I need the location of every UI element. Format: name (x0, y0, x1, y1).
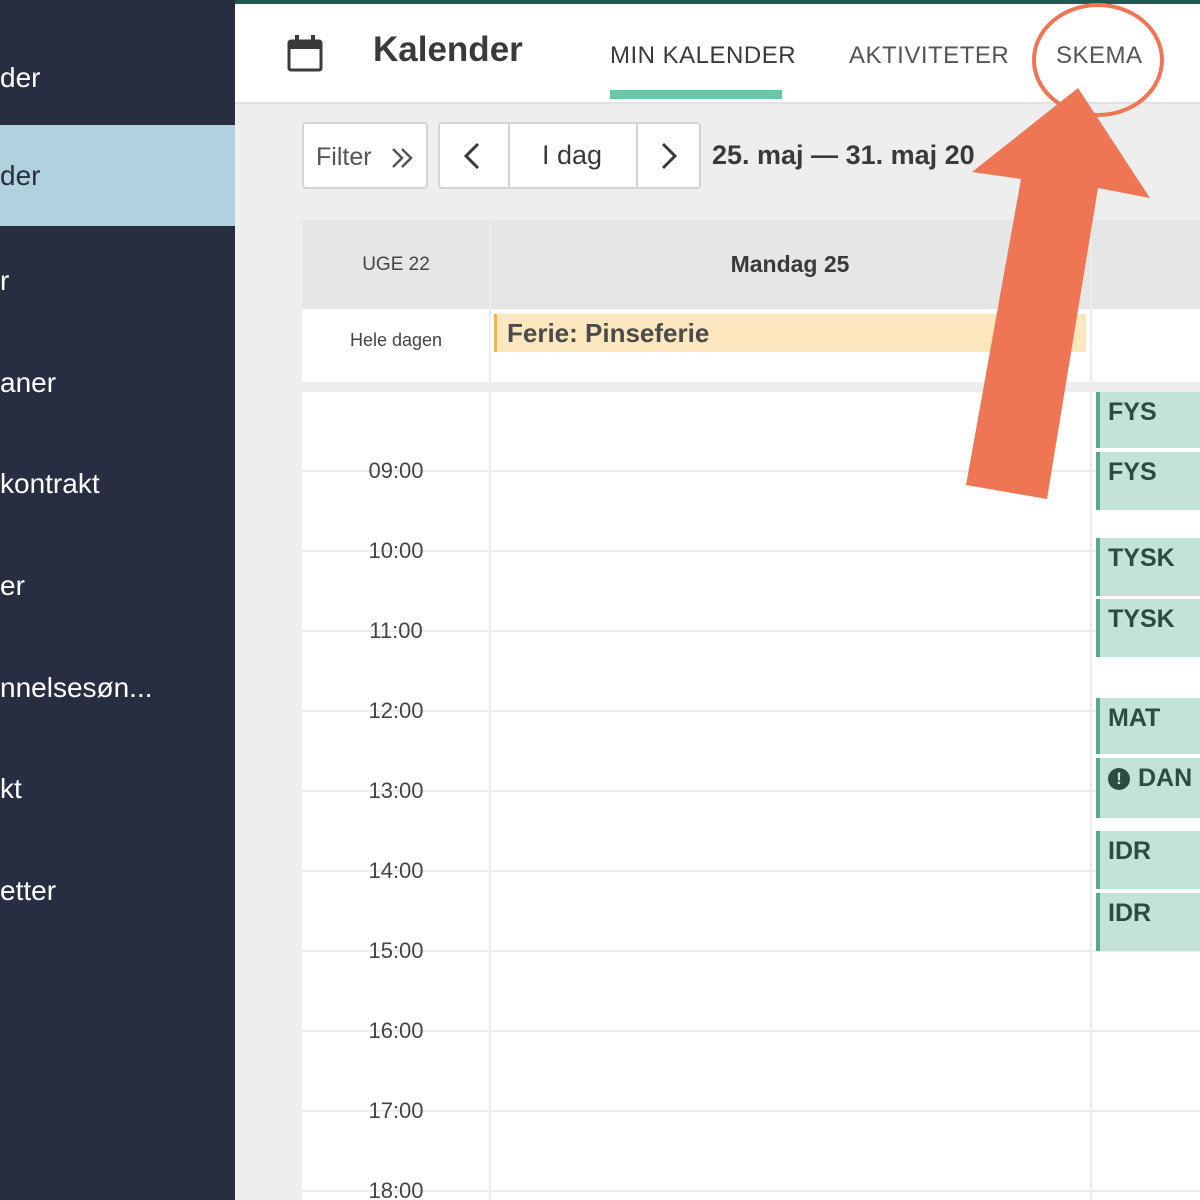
day-header-monday[interactable]: Mandag 25 (490, 220, 1090, 309)
sidebar-item-label: r (0, 264, 10, 296)
event-idr-2[interactable]: IDR (1096, 893, 1200, 951)
time-label: 18:00 (368, 1178, 424, 1200)
event-idr-1[interactable]: IDR (1096, 831, 1200, 889)
filter-button[interactable]: Filter (302, 122, 428, 189)
today-button[interactable]: I dag (508, 124, 638, 187)
event-tysk-2[interactable]: TYSK (1096, 599, 1200, 657)
sidebar-item-label: kontrakt (0, 467, 100, 499)
date-range: 25. maj — 31. maj 20 (712, 140, 975, 170)
calendar-icon (287, 35, 323, 72)
tab-skema[interactable]: SKEMA (1056, 42, 1143, 70)
filter-label: Filter (316, 143, 372, 171)
calendar-header: UGE 22 Mandag 25 (302, 220, 1200, 309)
next-button[interactable] (637, 124, 699, 187)
active-tab-indicator (610, 90, 782, 99)
event-mat[interactable]: MAT (1096, 698, 1200, 754)
time-label: 14:00 (368, 858, 424, 883)
sidebar-item-kontakt[interactable]: kt (0, 738, 235, 839)
sidebar-item-planer[interactable]: aner (0, 332, 235, 433)
sidebar-item-kontrakt[interactable]: kontrakt (0, 433, 235, 534)
sidebar-item-label: etter (0, 874, 57, 906)
event-tysk-1[interactable]: TYSK (1096, 538, 1200, 596)
sidebar-item-3[interactable]: r (0, 230, 235, 331)
date-navigation: I dag (438, 122, 701, 189)
time-label: 10:00 (368, 538, 424, 563)
sidebar-item-label: er (0, 569, 25, 601)
event-fys-1[interactable]: FYS (1096, 392, 1200, 448)
page-title: Kalender (373, 30, 523, 69)
sidebar-item-label: kt (0, 772, 22, 804)
double-chevron-right-icon (392, 148, 413, 168)
sidebar-item-kalender-top[interactable]: der (0, 27, 235, 128)
time-label: 17:00 (368, 1098, 424, 1123)
calendar-grid: UGE 22 Mandag 25 Hele dagen Ferie: Pinse… (302, 220, 1200, 1200)
time-label: 13:00 (368, 778, 424, 803)
sidebar-item-indstillinger[interactable]: etter (0, 840, 235, 941)
time-label: 12:00 (368, 698, 424, 723)
tab-aktiviteter[interactable]: AKTIVITETER (849, 42, 1009, 70)
sidebar: der der r aner kontrakt er nnelsesøn... … (0, 0, 235, 1200)
chevron-left-icon (463, 142, 480, 170)
sidebar-item-6[interactable]: er (0, 535, 235, 636)
sidebar-item-uddannelsesonsker[interactable]: nnelsesøn... (0, 637, 235, 738)
time-label: 15:00 (368, 938, 424, 963)
header: Kalender MIN KALENDER AKTIVITETER SKEMA (235, 4, 1200, 104)
all-day-separator (302, 382, 1200, 392)
sidebar-item-kalender[interactable]: der (0, 125, 235, 226)
all-day-event[interactable]: Ferie: Pinseferie (494, 314, 1086, 352)
sidebar-item-label: der (0, 61, 41, 93)
week-number: UGE 22 (362, 254, 430, 275)
event-label: DAN (1138, 764, 1193, 792)
time-label: 09:00 (368, 458, 424, 483)
previous-button[interactable] (440, 124, 510, 187)
sidebar-item-label: der (0, 159, 41, 191)
exclamation-icon: ! (1108, 768, 1130, 790)
sidebar-item-label: aner (0, 366, 57, 398)
tab-min-kalender[interactable]: MIN KALENDER (610, 42, 796, 70)
time-label: 11:00 (369, 618, 423, 643)
chevron-right-icon (661, 142, 678, 170)
event-dan[interactable]: ! DAN (1096, 758, 1200, 818)
event-fys-2[interactable]: FYS (1096, 452, 1200, 510)
all-day-label: Hele dagen (349, 330, 443, 350)
sidebar-item-label: nnelsesøn... (0, 671, 153, 703)
time-label: 16:00 (368, 1018, 424, 1043)
